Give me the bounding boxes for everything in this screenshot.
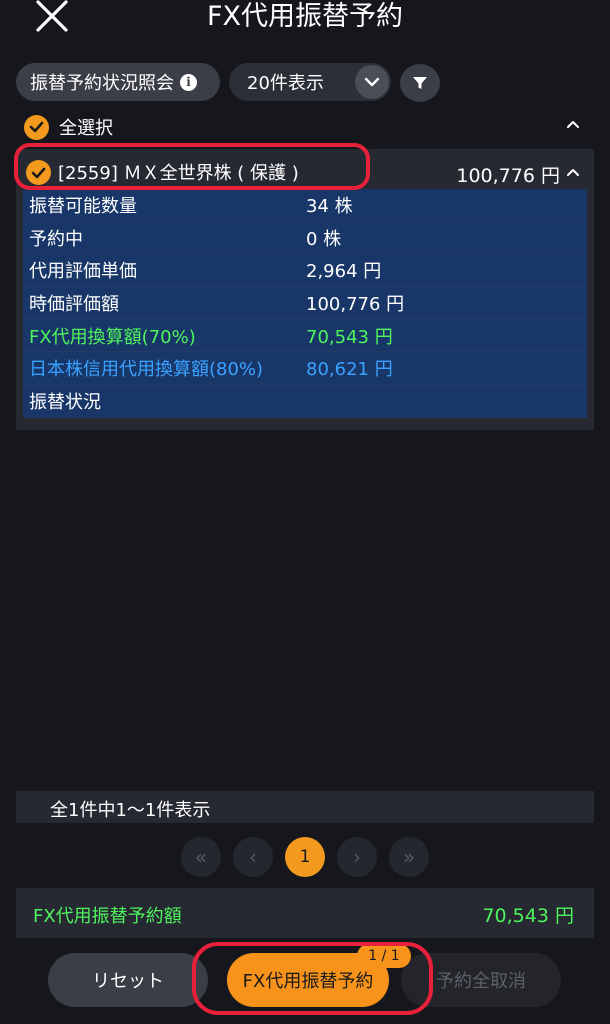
last-page-button[interactable]: » [389, 837, 429, 877]
holding-amount: 100,776 円 [456, 165, 560, 187]
select-all-row[interactable]: 全選択 [24, 113, 586, 141]
holding-details: 振替可能数量 34 株 予約中 0 株 代用評価単価 2,964 円 時価評価額… [23, 189, 587, 418]
detail-value: 0 株 [306, 228, 342, 250]
page-button-current[interactable]: 1 [285, 837, 325, 877]
detail-row-transferable-qty: 振替可能数量 34 株 [23, 189, 587, 222]
result-summary-bar: 全1件中1〜1件表示 [16, 791, 594, 823]
total-label: FX代用振替予約額 [33, 906, 182, 927]
chevron-up-icon[interactable] [566, 167, 580, 177]
display-count-select[interactable]: 20件表示 [229, 63, 391, 101]
display-count-label: 20件表示 [247, 73, 324, 94]
first-page-button[interactable]: « [181, 837, 221, 877]
detail-row-reserved: 予約中 0 株 [23, 221, 587, 255]
detail-row-fx-conversion: FX代用換算額(70%) 70,543 円 [23, 319, 587, 353]
result-summary: 全1件中1〜1件表示 [50, 800, 211, 821]
detail-label: 日本株信用代用換算額(80%) [29, 359, 264, 381]
detail-label: FX代用換算額(70%) [29, 326, 196, 348]
chevron-down-icon[interactable] [355, 65, 389, 99]
reservation-status-button[interactable]: 振替予約状況照会 i [16, 63, 220, 101]
detail-value: 80,621 円 [306, 359, 393, 381]
next-page-button[interactable]: › [337, 837, 377, 877]
toolbar: 振替予約状況照会 i 20件表示 [16, 62, 596, 102]
reset-button[interactable]: リセット [48, 953, 208, 1007]
detail-label: 振替可能数量 [29, 195, 137, 217]
holding-card: [2559] ＭＸ全世界株 ( 保護 ) 100,776 円 振替可能数量 34… [16, 149, 594, 430]
pagination: « ‹ 1 › » [0, 837, 610, 877]
detail-label: 時価評価額 [29, 293, 119, 315]
filter-button[interactable] [400, 64, 440, 102]
detail-value: 100,776 円 [306, 293, 405, 315]
detail-value: 2,964 円 [306, 261, 382, 283]
highlight-outline [14, 143, 370, 190]
detail-value: 70,543 円 [306, 326, 393, 348]
page-title: FX代用振替予約 [206, 1, 404, 32]
reservation-status-label: 振替予約状況照会 [30, 73, 174, 94]
detail-row-market-value: 時価評価額 100,776 円 [23, 287, 587, 320]
prev-page-button[interactable]: ‹ [233, 837, 273, 877]
select-all-label: 全選択 [59, 118, 113, 139]
chevron-up-icon[interactable] [566, 119, 580, 129]
total-value: 70,543 円 [482, 905, 574, 927]
total-bar: FX代用振替予約額 70,543 円 [16, 888, 594, 938]
detail-row-transfer-status: 振替状況 [23, 385, 587, 418]
header: FX代用振替予約 [0, 0, 610, 40]
detail-value: 34 株 [306, 195, 353, 217]
detail-label: 代用評価単価 [29, 261, 137, 283]
checkbox-checked-icon[interactable] [24, 114, 49, 140]
detail-label: 振替状況 [29, 391, 101, 413]
detail-row-margin-conversion: 日本株信用代用換算額(80%) 80,621 円 [23, 352, 587, 386]
highlight-outline [192, 942, 433, 1015]
detail-row-unit-price: 代用評価単価 2,964 円 [23, 254, 587, 288]
info-icon: i [180, 73, 197, 91]
filter-icon [413, 77, 427, 89]
detail-label: 予約中 [29, 228, 83, 250]
